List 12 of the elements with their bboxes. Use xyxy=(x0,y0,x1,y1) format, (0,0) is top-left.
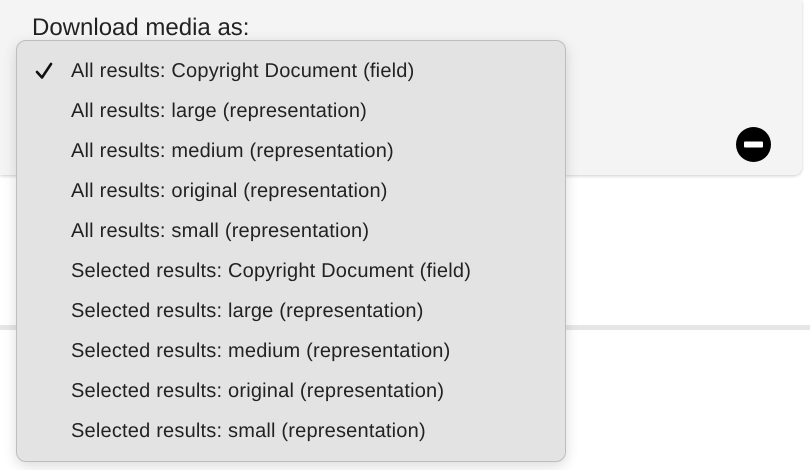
menu-item[interactable]: All results: large (representation) xyxy=(23,91,559,131)
menu-item[interactable]: All results: original (representation) xyxy=(23,171,559,211)
menu-item[interactable]: Selected results: small (representation) xyxy=(23,411,559,451)
panel-title: Download media as: xyxy=(32,14,250,42)
menu-item[interactable]: Selected results: medium (representation) xyxy=(23,331,559,371)
menu-item[interactable]: Selected results: original (representation) xyxy=(23,371,559,411)
menu-item[interactable]: All results: medium (representation) xyxy=(23,131,559,171)
remove-icon[interactable] xyxy=(736,127,771,162)
menu-item[interactable]: Selected results: Copyright Document (field) xyxy=(23,251,559,291)
menu-item[interactable]: Selected results: large (representation) xyxy=(23,291,559,331)
menu-item[interactable]: All results: small (representation) xyxy=(23,211,559,251)
menu-item[interactable]: All results: Copyright Document (field) xyxy=(23,51,559,91)
